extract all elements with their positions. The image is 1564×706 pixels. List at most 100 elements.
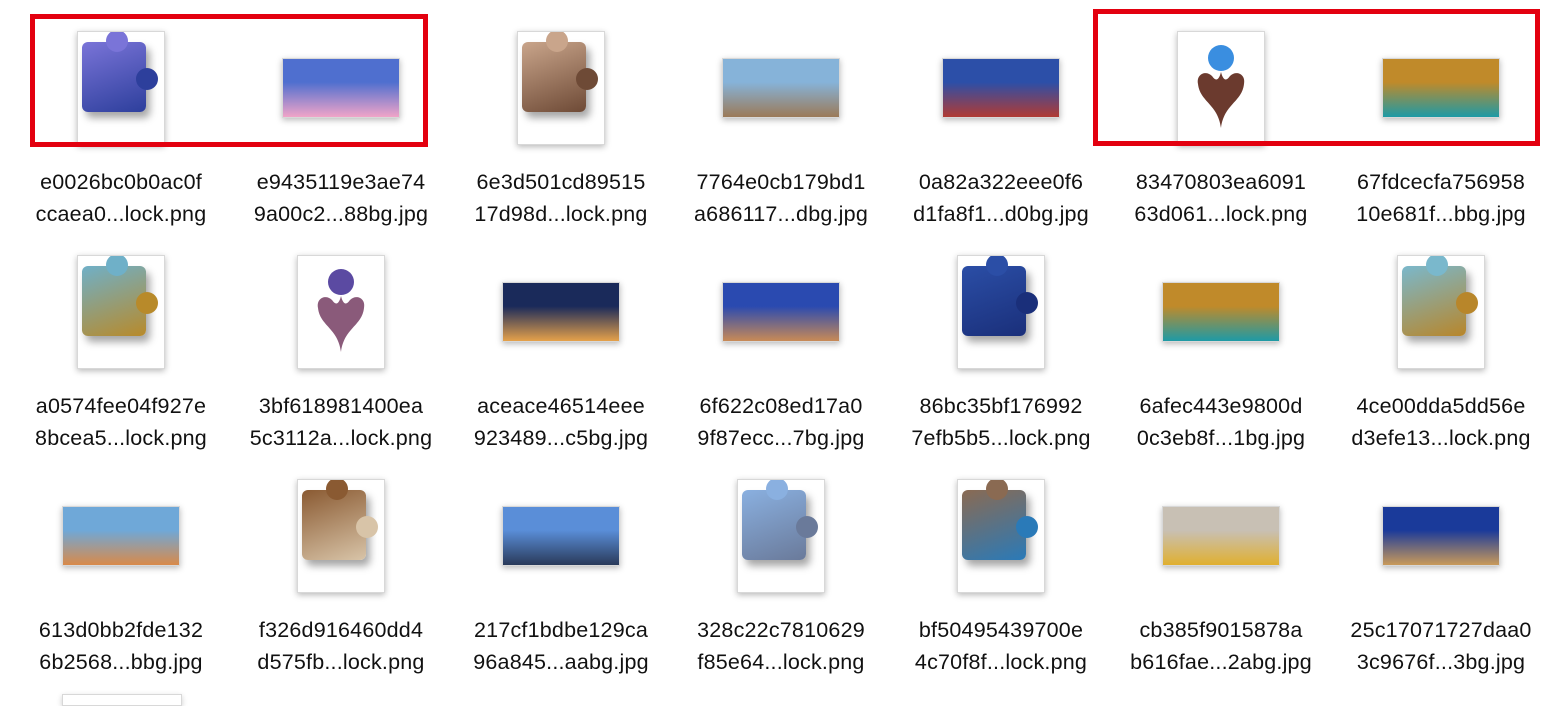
file-name-line-2: 9f87ecc...7bg.jpg bbox=[697, 426, 865, 450]
file-name-line-2: f85e64...lock.png bbox=[697, 650, 865, 674]
file-item[interactable]: 0a82a322eee0f6 d1fa8f1...d0bg.jpg bbox=[891, 18, 1111, 243]
file-name-line-2: 5c3112a...lock.png bbox=[249, 426, 433, 450]
file-name-line-1: 6f622c08ed17a0 bbox=[699, 394, 863, 418]
file-item[interactable]: 217cf1bdbe129ca 96a845...aabg.jpg bbox=[451, 466, 671, 691]
file-name-line-2: 63d061...lock.png bbox=[1134, 202, 1308, 226]
file-name-line-1: e0026bc0b0ac0f bbox=[40, 170, 202, 194]
file-thumbnail-area bbox=[451, 466, 671, 606]
file-name-label[interactable]: f326d916460dd4 d575fb...lock.png bbox=[231, 614, 451, 678]
file-item[interactable]: 25c17071727daa0 3c9676f...3bg.jpg bbox=[1331, 466, 1551, 691]
file-thumbnail[interactable] bbox=[1382, 506, 1500, 566]
file-thumbnail-area bbox=[891, 242, 1111, 382]
file-name-label[interactable]: 67fdcecfa756958 10e681f...bbg.jpg bbox=[1331, 166, 1551, 230]
file-thumbnail[interactable] bbox=[77, 255, 165, 369]
puzzle-knob bbox=[136, 292, 158, 314]
puzzle-knob bbox=[766, 480, 788, 500]
file-thumbnail-area bbox=[1111, 242, 1331, 382]
file-name-label[interactable]: 0a82a322eee0f6 d1fa8f1...d0bg.jpg bbox=[891, 166, 1111, 230]
puzzle-knob bbox=[356, 516, 378, 538]
file-thumbnail[interactable] bbox=[1397, 255, 1485, 369]
file-name-line-1: bf50495439700e bbox=[918, 618, 1084, 642]
file-thumbnail[interactable] bbox=[62, 506, 180, 566]
file-item[interactable]: 6f622c08ed17a0 9f87ecc...7bg.jpg bbox=[671, 242, 891, 467]
file-name-line-2: 7efb5b5...lock.png bbox=[911, 426, 1091, 450]
file-name-line-1: 7764e0cb179bd1 bbox=[696, 170, 866, 194]
file-name-label[interactable]: 328c22c7810629 f85e64...lock.png bbox=[671, 614, 891, 678]
file-thumbnail[interactable] bbox=[297, 479, 385, 593]
file-thumbnail[interactable] bbox=[1162, 282, 1280, 342]
file-name-label[interactable]: cb385f9015878a b616fae...2abg.jpg bbox=[1111, 614, 1331, 678]
file-thumbnail-area bbox=[891, 18, 1111, 158]
file-name-line-1: a0574fee04f927e bbox=[35, 394, 207, 418]
puzzle-knob bbox=[576, 68, 598, 90]
file-name-line-2: d1fa8f1...d0bg.jpg bbox=[913, 202, 1089, 226]
puzzle-piece-icon bbox=[742, 480, 818, 560]
file-name-line-2: 0c3eb8f...1bg.jpg bbox=[1136, 426, 1306, 450]
file-thumbnail-partial[interactable] bbox=[62, 694, 182, 706]
file-name-label[interactable]: e9435119e3ae74 9a00c2...88bg.jpg bbox=[231, 166, 451, 230]
file-thumbnail-area bbox=[1331, 466, 1551, 606]
file-name-label[interactable]: 7764e0cb179bd1 a686117...dbg.jpg bbox=[671, 166, 891, 230]
file-item[interactable]: 4ce00dda5dd56e d3efe13...lock.png bbox=[1331, 242, 1551, 467]
file-thumbnail[interactable] bbox=[1162, 506, 1280, 566]
file-name-label[interactable]: 6afec443e9800d 0c3eb8f...1bg.jpg bbox=[1111, 390, 1331, 454]
file-name-label[interactable]: 6e3d501cd89515 17d98d...lock.png bbox=[451, 166, 671, 230]
file-thumbnail[interactable] bbox=[737, 479, 825, 593]
file-item[interactable]: 328c22c7810629 f85e64...lock.png bbox=[671, 466, 891, 691]
file-name-line-2: 4c70f8f...lock.png bbox=[914, 650, 1088, 674]
file-name-label[interactable]: 83470803ea6091 63d061...lock.png bbox=[1111, 166, 1331, 230]
file-item[interactable]: aceace46514eee 923489...c5bg.jpg bbox=[451, 242, 671, 467]
image-preview bbox=[1383, 507, 1499, 565]
file-name-label[interactable]: 3bf618981400ea 5c3112a...lock.png bbox=[231, 390, 451, 454]
file-item[interactable]: 6e3d501cd89515 17d98d...lock.png bbox=[451, 18, 671, 243]
puzzle-piece-icon bbox=[82, 256, 158, 336]
puzzle-knob bbox=[796, 516, 818, 538]
puzzle-knob bbox=[1426, 256, 1448, 276]
image-preview bbox=[943, 59, 1059, 117]
file-name-label[interactable]: e0026bc0b0ac0f ccaea0...lock.png bbox=[11, 166, 231, 230]
file-name-line-2: a686117...dbg.jpg bbox=[694, 202, 868, 226]
file-name-line-2: 10e681f...bbg.jpg bbox=[1356, 202, 1526, 226]
file-name-label[interactable]: 613d0bb2fde132 6b2568...bbg.jpg bbox=[11, 614, 231, 678]
file-thumbnail[interactable] bbox=[957, 255, 1045, 369]
file-name-label[interactable]: 4ce00dda5dd56e d3efe13...lock.png bbox=[1331, 390, 1551, 454]
file-thumbnail[interactable] bbox=[957, 479, 1045, 593]
file-name-label[interactable]: aceace46514eee 923489...c5bg.jpg bbox=[451, 390, 671, 454]
fan-body bbox=[317, 296, 365, 352]
puzzle-knob bbox=[1016, 516, 1038, 538]
file-item[interactable]: 6afec443e9800d 0c3eb8f...1bg.jpg bbox=[1111, 242, 1331, 467]
file-item[interactable]: a0574fee04f927e 8bcea5...lock.png bbox=[11, 242, 231, 467]
file-item[interactable]: 613d0bb2fde132 6b2568...bbg.jpg bbox=[11, 466, 231, 691]
file-thumbnail[interactable] bbox=[502, 506, 620, 566]
file-thumbnail-area bbox=[11, 242, 231, 382]
file-name-label[interactable]: 217cf1bdbe129ca 96a845...aabg.jpg bbox=[451, 614, 671, 678]
image-preview bbox=[1163, 507, 1279, 565]
selection-highlight-1 bbox=[30, 14, 428, 147]
file-thumbnail[interactable] bbox=[722, 58, 840, 118]
file-name-line-1: f326d916460dd4 bbox=[258, 618, 424, 642]
file-name-label[interactable]: 86bc35bf176992 7efb5b5...lock.png bbox=[891, 390, 1111, 454]
file-name-label[interactable]: 6f622c08ed17a0 9f87ecc...7bg.jpg bbox=[671, 390, 891, 454]
file-name-line-1: cb385f9015878a bbox=[1139, 618, 1303, 642]
file-thumbnail[interactable] bbox=[942, 58, 1060, 118]
file-thumbnail[interactable] bbox=[502, 282, 620, 342]
file-item[interactable]: bf50495439700e 4c70f8f...lock.png bbox=[891, 466, 1111, 691]
file-name-line-2: 923489...c5bg.jpg bbox=[473, 426, 649, 450]
file-name-label[interactable]: a0574fee04f927e 8bcea5...lock.png bbox=[11, 390, 231, 454]
puzzle-piece-icon bbox=[962, 256, 1038, 336]
file-name-label[interactable]: 25c17071727daa0 3c9676f...3bg.jpg bbox=[1331, 614, 1551, 678]
file-thumbnail[interactable] bbox=[517, 31, 605, 145]
file-item[interactable]: 86bc35bf176992 7efb5b5...lock.png bbox=[891, 242, 1111, 467]
puzzle-knob bbox=[1016, 292, 1038, 314]
file-item[interactable]: f326d916460dd4 d575fb...lock.png bbox=[231, 466, 451, 691]
file-thumbnail-area bbox=[891, 466, 1111, 606]
file-item[interactable]: cb385f9015878a b616fae...2abg.jpg bbox=[1111, 466, 1331, 691]
file-name-line-2: 3c9676f...3bg.jpg bbox=[1356, 650, 1526, 674]
selection-highlight-2 bbox=[1093, 9, 1540, 146]
fan-shape-icon bbox=[317, 269, 365, 352]
file-thumbnail[interactable] bbox=[722, 282, 840, 342]
file-thumbnail[interactable] bbox=[297, 255, 385, 369]
file-item[interactable]: 3bf618981400ea 5c3112a...lock.png bbox=[231, 242, 451, 467]
file-item[interactable]: 7764e0cb179bd1 a686117...dbg.jpg bbox=[671, 18, 891, 243]
file-name-label[interactable]: bf50495439700e 4c70f8f...lock.png bbox=[891, 614, 1111, 678]
